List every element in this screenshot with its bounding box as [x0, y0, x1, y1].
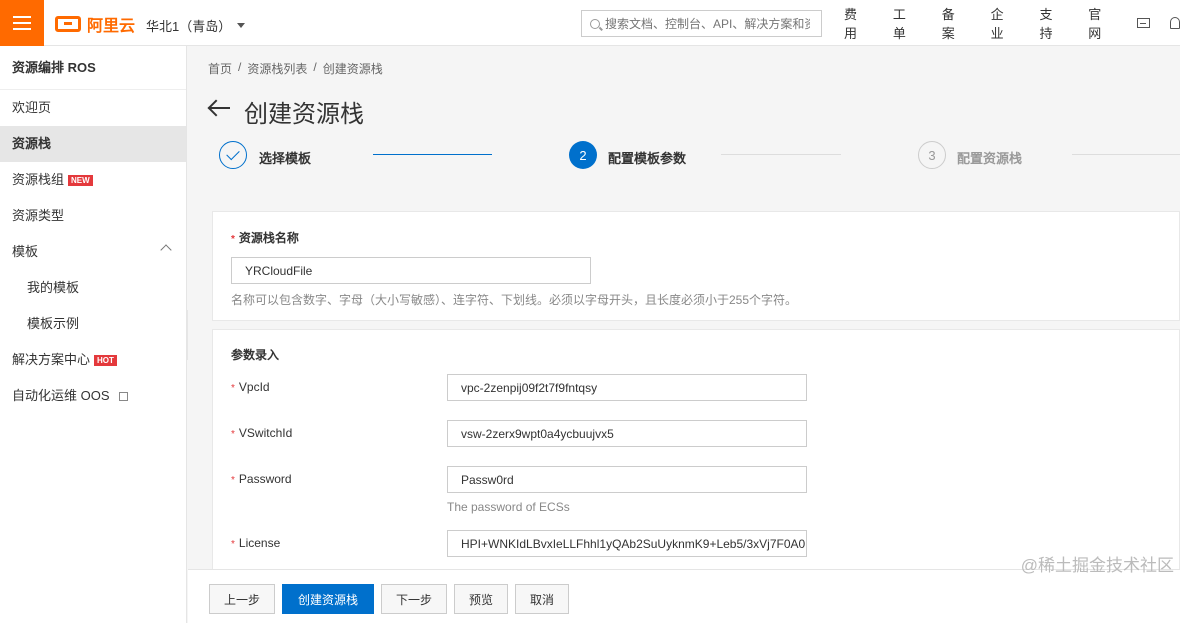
- stack-name-hint: 名称可以包含数字、字母（大小写敏感）、连字符、下划线。必须以字母开头，且长度必须…: [231, 293, 798, 307]
- sidebar-item-oos[interactable]: 自动化运维 OOS: [0, 378, 186, 414]
- breadcrumb-separator: /: [313, 60, 317, 74]
- sidebar-item-welcome[interactable]: 欢迎页: [0, 90, 186, 126]
- create-stack-button[interactable]: 创建资源栈: [282, 584, 374, 614]
- sidebar-item-label: 资源栈组: [12, 172, 65, 187]
- breadcrumb: 首页 / 资源栈列表 / 创建资源栈: [208, 60, 383, 77]
- step-2-label: 配置模板参数: [608, 151, 687, 166]
- parameters-section-title: 参数录入: [231, 348, 280, 362]
- chevron-up-icon: [160, 244, 172, 256]
- required-marker: *: [231, 475, 235, 486]
- step-1-label: 选择模板: [259, 151, 312, 166]
- vpcid-input[interactable]: [447, 374, 807, 401]
- message-icon[interactable]: [1137, 18, 1151, 28]
- password-hint: The password of ECSs: [447, 500, 570, 514]
- required-marker: *: [231, 539, 235, 550]
- step-1-check-icon: [219, 141, 247, 169]
- sidebar-item-label: 欢迎页: [12, 100, 52, 115]
- required-marker: *: [231, 429, 235, 440]
- breadcrumb-stack-list[interactable]: 资源栈列表: [247, 60, 307, 77]
- step-indicator: 选择模板 2 配置模板参数 3 配置资源栈: [218, 141, 1180, 171]
- sidebar-item-label: 资源类型: [12, 208, 65, 223]
- license-label: * License: [231, 536, 281, 550]
- step-3-circle: 3: [918, 141, 946, 169]
- nav-website[interactable]: 官网: [1088, 4, 1114, 42]
- region-selector[interactable]: 华北1（青岛）: [146, 16, 246, 35]
- step-connector: [721, 154, 841, 155]
- cancel-button[interactable]: 取消: [515, 584, 569, 614]
- nav-enterprise[interactable]: 企业: [991, 4, 1017, 42]
- sidebar-item-label: 资源栈: [12, 136, 52, 151]
- step-connector: [373, 154, 492, 155]
- previous-step-button[interactable]: 上一步: [209, 584, 275, 614]
- license-input[interactable]: [447, 530, 807, 557]
- stack-name-card: *资源栈名称 名称可以包含数字、字母（大小写敏感）、连字符、下划线。必须以字母开…: [212, 211, 1180, 321]
- sidebar-item-template-examples[interactable]: 模板示例: [0, 306, 186, 342]
- menu-icon[interactable]: [0, 0, 44, 46]
- breadcrumb-home[interactable]: 首页: [208, 60, 232, 77]
- page-title: 创建资源栈: [244, 101, 364, 128]
- top-navigation-bar: 阿里云 华北1（青岛） 费用 工单 备案 企业 支持 官网: [0, 0, 1180, 46]
- search-icon: [590, 18, 600, 29]
- caret-down-icon: [237, 23, 246, 28]
- next-step-button[interactable]: 下一步: [381, 584, 447, 614]
- sidebar-item-resource-types[interactable]: 资源类型: [0, 198, 186, 234]
- sidebar-item-templates[interactable]: 模板: [0, 234, 186, 270]
- required-marker: *: [231, 383, 235, 394]
- parameters-card: 参数录入 *VpcId *VSwitchId *Password The pas…: [212, 329, 1180, 574]
- stack-name-input[interactable]: [231, 257, 591, 284]
- step-3-label: 配置资源栈: [957, 151, 1023, 166]
- new-badge: NEW: [68, 174, 93, 186]
- step-connector: [1072, 154, 1180, 155]
- nav-billing[interactable]: 费用: [844, 4, 870, 42]
- preview-button[interactable]: 预览: [454, 584, 508, 614]
- sidebar-item-solutions[interactable]: 解决方案中心 HOT: [0, 342, 186, 378]
- aliyun-logo-icon: [55, 16, 81, 32]
- bell-icon[interactable]: [1170, 17, 1180, 29]
- sidebar-item-my-templates[interactable]: 我的模板: [0, 270, 186, 306]
- sidebar-item-stack-groups[interactable]: 资源栈组 NEW: [0, 162, 186, 198]
- hot-badge: HOT: [94, 354, 117, 366]
- logo-text: 阿里云: [87, 18, 136, 35]
- sidebar-item-label: 模板示例: [27, 316, 80, 331]
- nav-tickets[interactable]: 工单: [893, 4, 919, 42]
- required-marker: *: [231, 234, 235, 245]
- region-label: 华北1（青岛）: [146, 19, 232, 34]
- sidebar-item-label: 自动化运维 OOS: [12, 388, 110, 403]
- nav-icp[interactable]: 备案: [942, 4, 968, 42]
- watermark: @稀土掘金技术社区: [1020, 556, 1174, 575]
- vpcid-label: * VpcId: [231, 380, 270, 394]
- sidebar-title: 资源编排 ROS: [0, 46, 186, 90]
- breadcrumb-current: 创建资源栈: [322, 62, 383, 76]
- search-box[interactable]: [581, 10, 822, 37]
- aliyun-logo[interactable]: 阿里云: [55, 13, 135, 35]
- back-arrow-icon[interactable]: [208, 100, 230, 116]
- sidebar-item-label: 我的模板: [27, 280, 80, 295]
- sidebar-item-stacks[interactable]: 资源栈: [0, 126, 186, 162]
- main-content: 首页 / 资源栈列表 / 创建资源栈 创建资源栈 选择模板 2 配置模板参数 3…: [188, 46, 1180, 623]
- step-2-circle: 2: [569, 141, 597, 169]
- password-input[interactable]: [447, 466, 807, 493]
- search-input[interactable]: [605, 16, 810, 31]
- breadcrumb-separator: /: [238, 60, 242, 74]
- top-nav-links: 费用 工单 备案 企业 支持 官网: [844, 0, 1180, 46]
- nav-support[interactable]: 支持: [1039, 4, 1065, 42]
- footer-action-bar: 上一步 创建资源栈 下一步 预览 取消: [188, 569, 1180, 623]
- vswitchid-input[interactable]: [447, 420, 807, 447]
- sidebar-item-label: 解决方案中心: [12, 352, 91, 367]
- sidebar: 资源编排 ROS 欢迎页 资源栈 资源栈组 NEW 资源类型 模板 我的模板 模…: [0, 46, 187, 623]
- vswitchid-label: * VSwitchId: [231, 426, 293, 440]
- external-link-icon: [118, 391, 128, 401]
- password-label: * Password: [231, 472, 292, 486]
- sidebar-item-label: 模板: [12, 244, 39, 259]
- stack-name-label: * 资源栈名称: [231, 231, 299, 245]
